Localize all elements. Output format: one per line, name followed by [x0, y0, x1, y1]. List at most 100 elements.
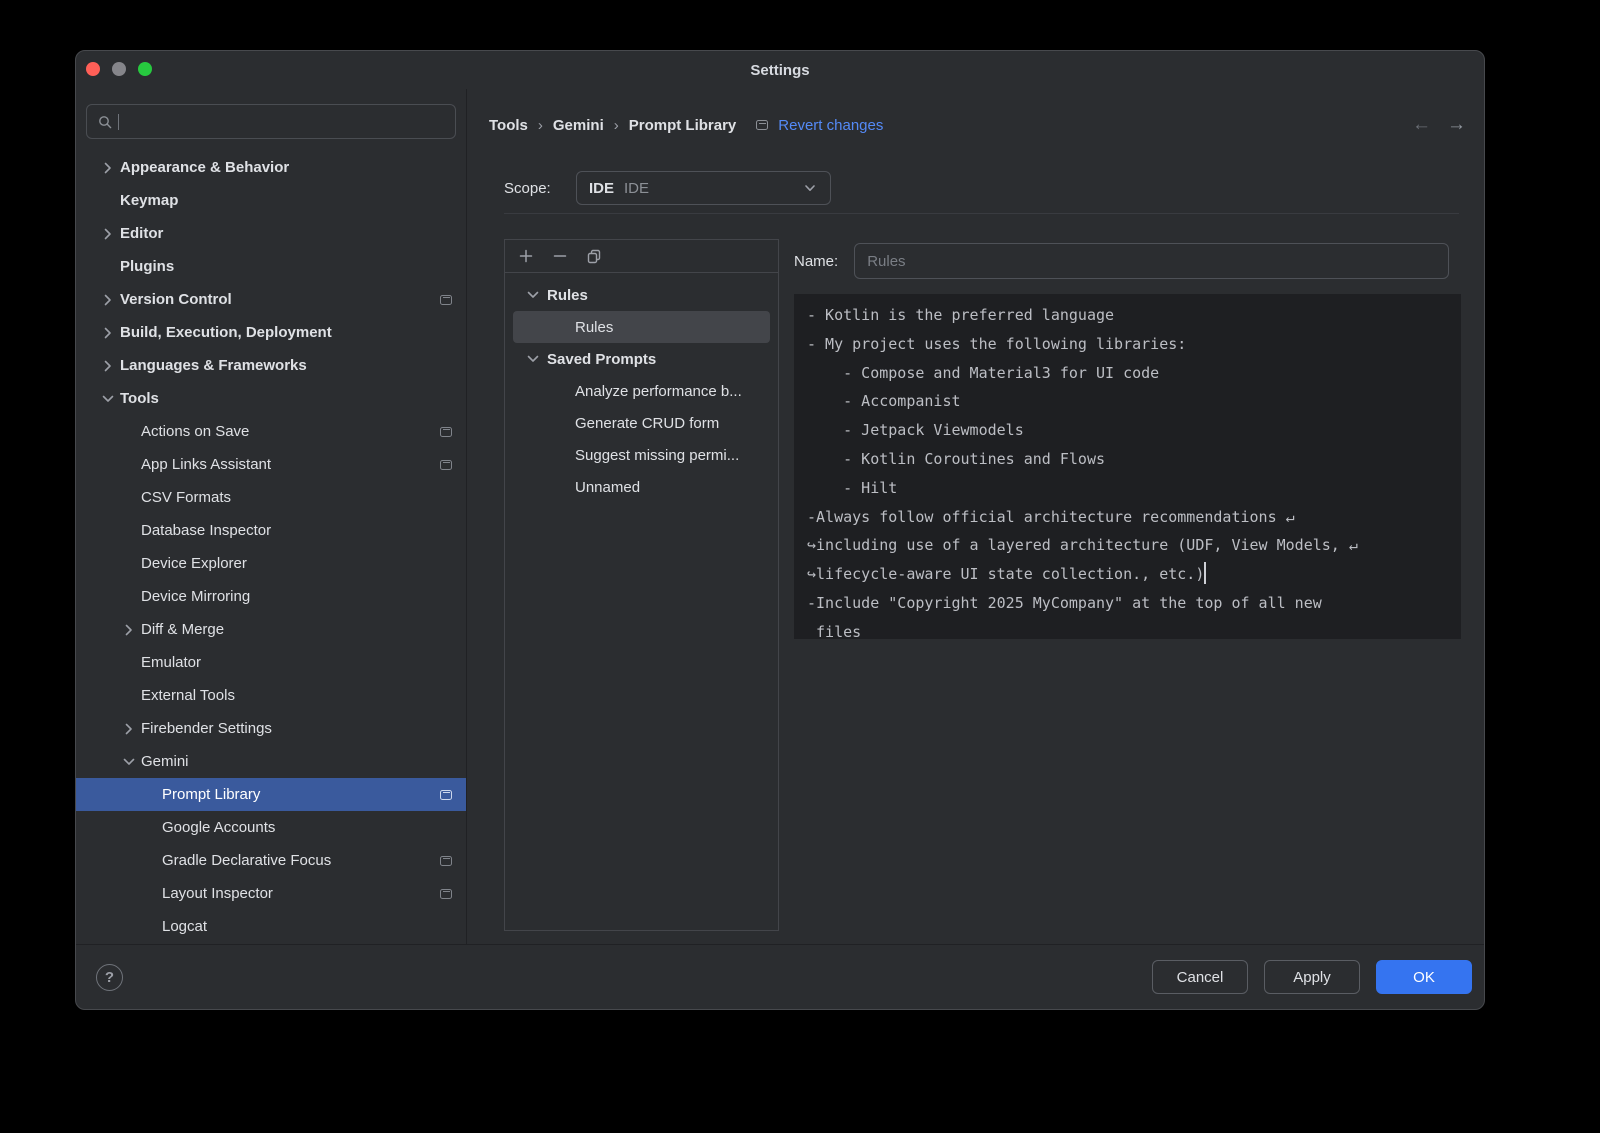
breadcrumb-item-tools[interactable]: Tools: [489, 117, 528, 134]
sidebar-item-csv-formats[interactable]: CSV Formats: [76, 481, 466, 514]
remove-button[interactable]: [547, 243, 573, 269]
sidebar-item-label: Languages & Frameworks: [120, 357, 307, 374]
sidebar-item-device-mirroring[interactable]: Device Mirroring: [76, 580, 466, 613]
text-caret: [118, 114, 119, 130]
tree-group-label: Rules: [547, 287, 588, 304]
sidebar-item-firebender-settings[interactable]: Firebender Settings: [76, 712, 466, 745]
chevron-right-icon: [96, 292, 120, 308]
text-caret: [1204, 562, 1206, 584]
sidebar-item-emulator[interactable]: Emulator: [76, 646, 466, 679]
settings-content: Tools › Gemini › Prompt Library Revert chang…: [467, 89, 1484, 944]
chevron-slot: [117, 688, 141, 704]
sidebar-item-layout-inspector[interactable]: Layout Inspector: [76, 877, 466, 910]
chevron-slot: [96, 193, 120, 209]
settings-sidebar: Appearance & BehaviorKeymap Editor Plugins…: [76, 89, 467, 944]
scope-dropdown[interactable]: IDE IDE: [576, 171, 831, 205]
tree-item-label: Analyze performance b...: [575, 383, 742, 400]
sidebar-item-version-control[interactable]: Version Control: [76, 283, 466, 316]
sidebar-item-label: Editor: [120, 225, 163, 242]
breadcrumb-item-prompt-library[interactable]: Prompt Library: [629, 117, 737, 134]
sidebar-item-actions-on-save[interactable]: Actions on Save: [76, 415, 466, 448]
help-button[interactable]: ?: [96, 964, 123, 991]
prompt-item-suggest-missing-permi[interactable]: Suggest missing permi...: [513, 439, 770, 471]
prompt-name-input[interactable]: [854, 243, 1449, 279]
name-label: Name:: [794, 253, 838, 270]
prompt-item-unnamed[interactable]: Unnamed: [513, 471, 770, 503]
sidebar-item-prompt-library[interactable]: Prompt Library: [76, 778, 466, 811]
sidebar-item-diff-merge[interactable]: Diff & Merge: [76, 613, 466, 646]
chevron-right-icon: [96, 358, 120, 374]
scope-label: Scope:: [504, 180, 576, 197]
sidebar-item-gemini[interactable]: Gemini: [76, 745, 466, 778]
sidebar-item-label: Database Inspector: [141, 522, 271, 539]
sidebar-item-label: Emulator: [141, 654, 201, 671]
prompt-item-analyze-performance-b[interactable]: Analyze performance b...: [513, 375, 770, 407]
chevron-right-icon: [96, 226, 120, 242]
chevron-right-icon: [117, 622, 141, 638]
screen-badge-icon: [440, 427, 452, 437]
footer-buttons: Cancel Apply OK: [1152, 960, 1472, 994]
chevron-down-icon: [96, 391, 120, 407]
titlebar: Settings: [76, 51, 1484, 89]
sidebar-item-device-explorer[interactable]: Device Explorer: [76, 547, 466, 580]
sidebar-item-languages-frameworks[interactable]: Languages & Frameworks: [76, 349, 466, 382]
sidebar-item-tools[interactable]: Tools: [76, 382, 466, 415]
sidebar-item-appearance-behavior[interactable]: Appearance & Behavior: [76, 151, 466, 184]
sidebar-item-editor[interactable]: Editor: [76, 217, 466, 250]
sidebar-item-gradle-declarative-focus[interactable]: Gradle Declarative Focus: [76, 844, 466, 877]
sidebar-item-label: Device Explorer: [141, 555, 247, 572]
chevron-right-icon: [117, 721, 141, 737]
back-arrow-button[interactable]: ←: [1412, 114, 1431, 136]
tree-item-label: Generate CRUD form: [575, 415, 719, 432]
chevron-slot: [96, 259, 120, 275]
copy-button[interactable]: [581, 243, 607, 269]
sidebar-item-label: Firebender Settings: [141, 720, 272, 737]
cancel-button[interactable]: Cancel: [1152, 960, 1248, 994]
chevron-slot: [117, 490, 141, 506]
chevron-right-icon: [96, 160, 120, 176]
window-title: Settings: [76, 51, 1484, 89]
ok-button[interactable]: OK: [1376, 960, 1472, 994]
prompt-list-panel: Rules Rules Saved Prompts Analyze performan…: [504, 239, 779, 931]
tree-item-label: Rules: [575, 319, 613, 336]
chevron-slot: [117, 424, 141, 440]
footer-bar: ? Cancel Apply OK: [76, 944, 1484, 1009]
apply-button[interactable]: Apply: [1264, 960, 1360, 994]
sidebar-item-keymap[interactable]: Keymap: [76, 184, 466, 217]
sidebar-item-label: External Tools: [141, 687, 235, 704]
add-button[interactable]: [513, 243, 539, 269]
prompt-group-saved-prompts[interactable]: Saved Prompts: [505, 343, 778, 375]
settings-window: Settings Appearance & BehaviorKeymap Edit…: [75, 50, 1485, 1010]
chevron-slot: [138, 919, 162, 935]
divider: [504, 213, 1459, 214]
sidebar-item-build-execution-deployment[interactable]: Build, Execution, Deployment: [76, 316, 466, 349]
breadcrumb-separator: ›: [538, 117, 543, 134]
revert-icon: [756, 120, 768, 130]
screen-badge-icon: [440, 889, 452, 899]
screen-badge-icon: [440, 790, 452, 800]
chevron-slot: [138, 853, 162, 869]
search-input[interactable]: [86, 104, 456, 139]
sidebar-item-label: Version Control: [120, 291, 232, 308]
prompt-text-editor[interactable]: - Kotlin is the preferred language - My …: [794, 294, 1461, 639]
sidebar-item-external-tools[interactable]: External Tools: [76, 679, 466, 712]
scope-row: Scope: IDE IDE: [504, 171, 831, 205]
breadcrumb-separator: ›: [614, 117, 619, 134]
revert-changes-link[interactable]: Revert changes: [778, 117, 883, 134]
prompt-item-rules[interactable]: Rules: [513, 311, 770, 343]
breadcrumb-item-gemini[interactable]: Gemini: [553, 117, 604, 134]
prompt-item-generate-crud-form[interactable]: Generate CRUD form: [513, 407, 770, 439]
sidebar-item-plugins[interactable]: Plugins: [76, 250, 466, 283]
chevron-slot: [138, 787, 162, 803]
chevron-down-icon: [802, 180, 818, 196]
sidebar-item-logcat[interactable]: Logcat: [76, 910, 466, 943]
sidebar-item-database-inspector[interactable]: Database Inspector: [76, 514, 466, 547]
sidebar-item-google-accounts[interactable]: Google Accounts: [76, 811, 466, 844]
sidebar-item-app-links-assistant[interactable]: App Links Assistant: [76, 448, 466, 481]
search-icon: [97, 114, 113, 130]
scope-value: IDE: [624, 180, 649, 197]
prompt-group-rules[interactable]: Rules: [505, 279, 778, 311]
chevron-down-icon: [117, 754, 141, 770]
forward-arrow-button[interactable]: →: [1447, 114, 1466, 136]
settings-nav: Appearance & BehaviorKeymap Editor Plugins…: [76, 151, 466, 943]
